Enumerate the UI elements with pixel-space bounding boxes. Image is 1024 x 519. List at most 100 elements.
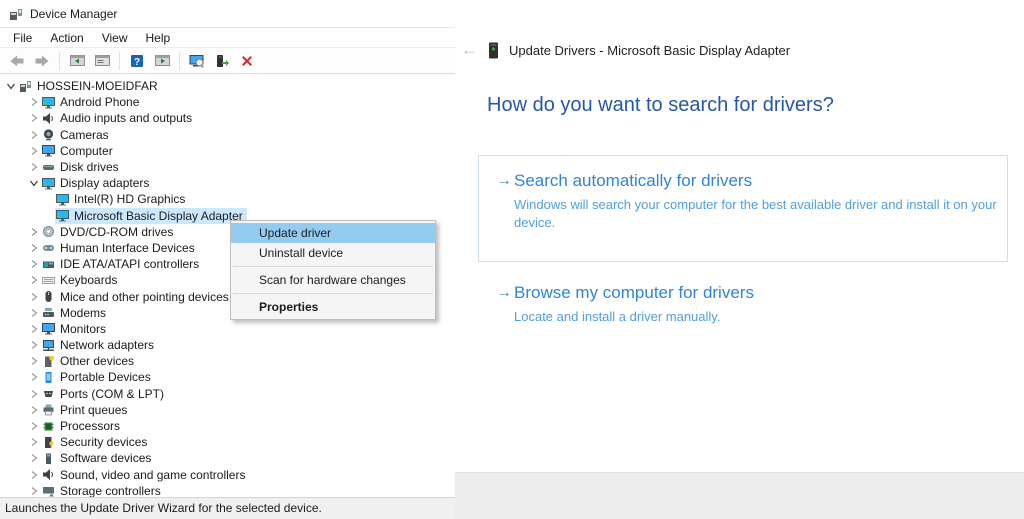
back-arrow-icon[interactable]: ← [461,40,478,60]
software-icon [41,451,56,465]
option-search-automatically[interactable]: → Search automatically for drivers Windo… [478,155,1008,262]
tree-item-disk-drives[interactable]: Disk drives [0,159,455,175]
chevron-right-icon[interactable] [27,451,41,465]
tree-item-sound-video-and-game-controllers[interactable]: Sound, video and game controllers [0,467,455,483]
tree-item-ports-com-lpt[interactable]: Ports (COM & LPT) [0,386,455,402]
update-drivers-wizard: ← Update Drivers - Microsoft Basic Displ… [455,0,1024,519]
chevron-right-icon[interactable] [27,484,41,497]
tree-item-label: Mice and other pointing devices [60,289,229,304]
tree-item-software-devices[interactable]: Software devices [0,450,455,466]
right-arrow-icon: → [496,284,512,301]
context-menu-item-properties[interactable]: Properties [231,297,435,317]
tree-item-print-queues[interactable]: Print queues [0,402,455,418]
chevron-right-icon[interactable] [27,273,41,287]
chevron-right-icon[interactable] [27,419,41,433]
tree-item-cameras[interactable]: Cameras [0,127,455,143]
tree-item-label: Other devices [60,354,135,369]
menu-help[interactable]: Help [137,28,180,48]
tree-item-hossein-moeidfar[interactable]: HOSSEIN-MOEIDFAR [0,78,455,94]
tree-item-audio-inputs-and-outputs[interactable]: Audio inputs and outputs [0,110,455,126]
tree-item-security-devices[interactable]: Security devices [0,434,455,450]
chevron-right-icon[interactable] [27,322,41,336]
tree-item-label: Disk drives [60,160,119,175]
menu-view[interactable]: View [93,28,137,48]
context-menu-item-uninstall-device[interactable]: Uninstall device [231,243,435,263]
help-icon[interactable]: ? [126,51,148,71]
tree-item-content: Sound, video and game controllers [41,467,249,483]
back-arrow-icon[interactable] [6,51,28,71]
context-menu-separator [233,293,433,294]
chevron-right-icon[interactable] [27,387,41,401]
properties-window-icon[interactable] [91,51,113,71]
camera-icon [41,128,56,142]
display-adapter-icon [55,209,70,223]
option-description: Locate and install a driver manually. [514,309,721,324]
chevron-right-icon[interactable] [27,111,41,125]
tree-item-label: Modems [60,305,107,320]
menu-file[interactable]: File [4,28,41,48]
disk-icon [41,160,56,174]
tree-item-content: Intel(R) HD Graphics [55,191,189,207]
portable-icon [41,370,56,384]
tree-item-portable-devices[interactable]: Portable Devices [0,369,455,385]
chevron-right-icon[interactable] [27,241,41,255]
tree-item-label: Software devices [60,451,152,466]
update-driver-icon[interactable] [211,51,233,71]
context-menu-item-scan-for-hardware-changes[interactable]: Scan for hardware changes [231,270,435,290]
context-menu-item-update-driver[interactable]: Update driver [231,223,435,243]
scan-monitor-icon[interactable] [186,51,208,71]
chevron-right-icon[interactable] [27,290,41,304]
option-browse-computer[interactable]: → Browse my computer for drivers Locate … [478,283,1008,326]
chevron-down-icon[interactable] [27,176,41,190]
screenshot-root: Device Manager File Action View Help ? HOSS… [0,0,1024,519]
tree-item-monitors[interactable]: Monitors [0,321,455,337]
tree-item-label: Security devices [60,435,148,450]
show-tree-icon[interactable] [66,51,88,71]
tree-item-content: IDE ATA/ATAPI controllers [41,256,203,272]
chevron-right-icon[interactable] [27,370,41,384]
tree-item-label: Intel(R) HD Graphics [74,192,186,207]
mouse-icon [41,290,56,304]
tree-item-storage-controllers[interactable]: Storage controllers [0,483,455,497]
chevron-right-icon[interactable] [27,403,41,417]
wizard-title: Update Drivers - Microsoft Basic Display… [509,43,791,58]
tree-item-content: Print queues [41,402,131,418]
chevron-right-icon[interactable] [27,160,41,174]
hid-icon [41,241,56,255]
uninstall-icon[interactable] [236,51,258,71]
tree-item-content: Software devices [41,450,155,466]
chevron-right-icon[interactable] [27,257,41,271]
tree-item-computer[interactable]: Computer [0,143,455,159]
ports-icon [41,387,56,401]
tree-item-content: Modems [41,305,110,321]
tree-item-label: Microsoft Basic Display Adapter [74,208,243,223]
tree-item-processors[interactable]: Processors [0,418,455,434]
tree-item-content: Audio inputs and outputs [41,110,196,126]
forward-arrow-icon[interactable] [31,51,53,71]
tree-item-intel-r-hd-graphics[interactable]: Intel(R) HD Graphics [0,191,455,207]
tree-item-label: IDE ATA/ATAPI controllers [60,257,200,272]
chevron-right-icon[interactable] [27,354,41,368]
chevron-down-icon[interactable] [4,79,18,93]
network-icon [41,338,56,352]
chevron-right-icon[interactable] [27,144,41,158]
option-title: Search automatically for drivers [514,171,753,190]
chevron-right-icon[interactable] [27,128,41,142]
tree-item-display-adapters[interactable]: Display adapters [0,175,455,191]
chevron-right-icon[interactable] [27,306,41,320]
tree-item-android-phone[interactable]: Android Phone [0,94,455,110]
tree-item-network-adapters[interactable]: Network adapters [0,337,455,353]
chevron-right-icon[interactable] [27,338,41,352]
tree-item-label: Computer [60,143,113,158]
chevron-right-icon[interactable] [27,225,41,239]
tree-item-other-devices[interactable]: Other devices [0,353,455,369]
action-pane-icon[interactable] [151,51,173,71]
tree-item-label: Cameras [60,127,109,142]
chevron-right-icon[interactable] [27,95,41,109]
chevron-right-icon[interactable] [27,468,41,482]
display-adapter-icon [55,192,70,206]
tree-item-label: Android Phone [60,95,140,110]
tree-item-content: Ports (COM & LPT) [41,386,168,402]
chevron-right-icon[interactable] [27,435,41,449]
menu-action[interactable]: Action [41,28,92,48]
